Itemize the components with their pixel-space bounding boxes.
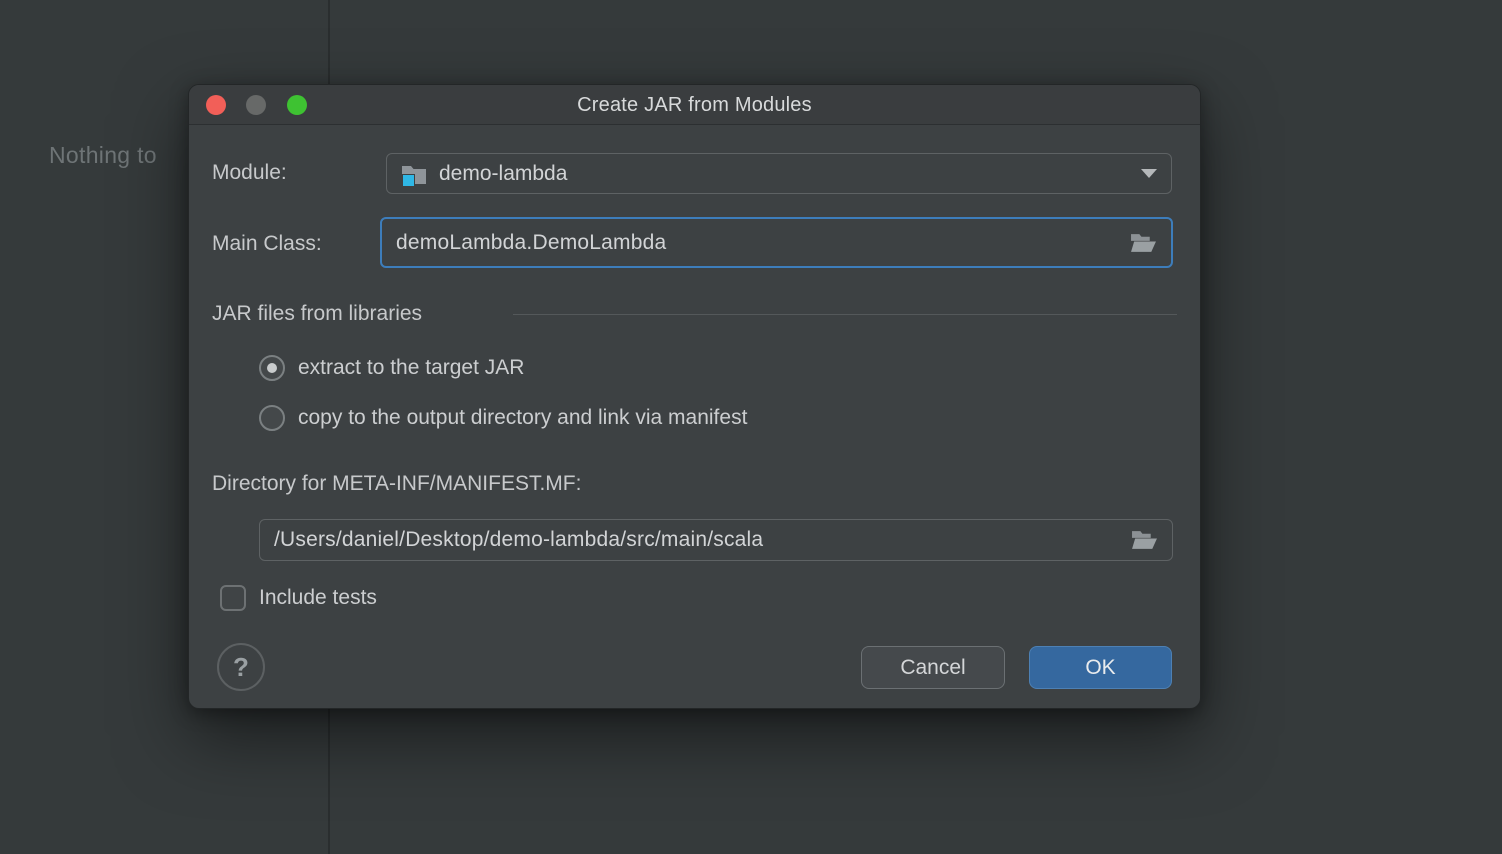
radio-icon[interactable] bbox=[259, 405, 285, 431]
radio-copy-to-output[interactable]: copy to the output directory and link vi… bbox=[259, 404, 747, 432]
create-jar-dialog: Create JAR from Modules Module: demo-lam… bbox=[188, 84, 1201, 709]
open-folder-icon[interactable] bbox=[1130, 232, 1157, 254]
ide-background: Nothing to Create JAR from Modules Modul… bbox=[0, 0, 1502, 854]
main-class-label: Main Class: bbox=[212, 230, 322, 258]
main-class-field[interactable] bbox=[380, 217, 1173, 268]
radio-label: extract to the target JAR bbox=[298, 354, 524, 382]
help-button[interactable]: ? bbox=[217, 643, 265, 691]
manifest-directory-input[interactable] bbox=[274, 528, 1119, 552]
radio-extract-to-jar[interactable]: extract to the target JAR bbox=[259, 354, 524, 382]
chevron-down-icon[interactable] bbox=[1141, 169, 1157, 178]
dialog-title: Create JAR from Modules bbox=[189, 85, 1200, 125]
open-folder-icon[interactable] bbox=[1131, 529, 1158, 551]
ok-button[interactable]: OK bbox=[1029, 646, 1172, 689]
cancel-button[interactable]: Cancel bbox=[861, 646, 1005, 689]
module-folder-icon bbox=[401, 162, 427, 186]
manifest-directory-label: Directory for META-INF/MANIFEST.MF: bbox=[212, 470, 581, 498]
section-divider bbox=[513, 314, 1177, 315]
module-combobox[interactable]: demo-lambda bbox=[386, 153, 1172, 194]
radio-label: copy to the output directory and link vi… bbox=[298, 404, 747, 432]
include-tests-checkbox-row[interactable]: Include tests bbox=[220, 584, 377, 612]
main-class-input[interactable] bbox=[396, 231, 1118, 255]
manifest-directory-field[interactable] bbox=[259, 519, 1173, 561]
background-placeholder-text: Nothing to bbox=[49, 142, 157, 169]
include-tests-label: Include tests bbox=[259, 584, 377, 612]
module-label: Module: bbox=[212, 159, 287, 187]
libraries-section-title: JAR files from libraries bbox=[212, 300, 422, 328]
module-value: demo-lambda bbox=[439, 162, 567, 186]
radio-icon[interactable] bbox=[259, 355, 285, 381]
dialog-titlebar[interactable]: Create JAR from Modules bbox=[189, 85, 1200, 125]
checkbox-icon[interactable] bbox=[220, 585, 246, 611]
